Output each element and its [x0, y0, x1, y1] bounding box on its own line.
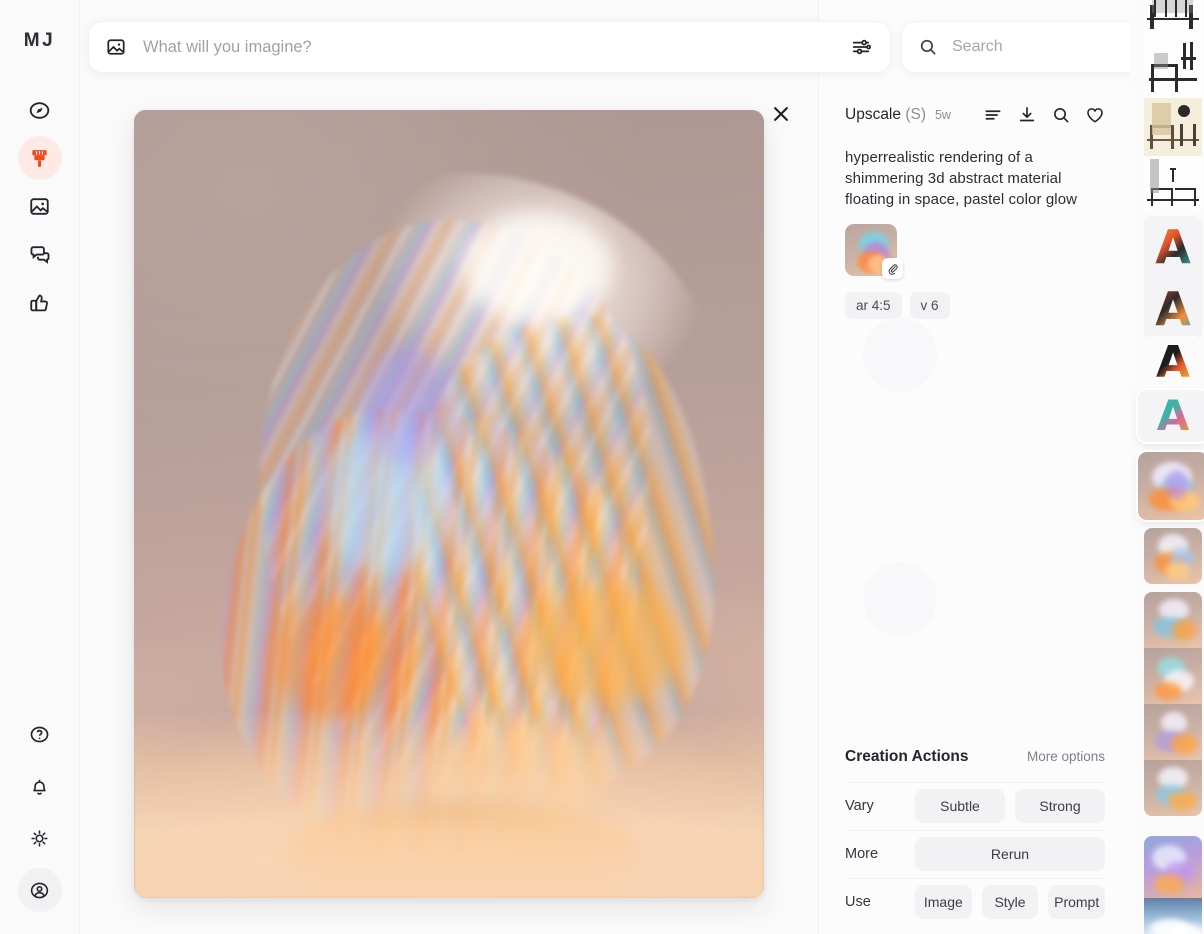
letter-glyph: A [1155, 337, 1191, 388]
rerun-button[interactable]: Rerun [915, 837, 1105, 871]
thumbnail-group-selected[interactable]: A [1136, 388, 1204, 444]
thumbnail-item[interactable] [1144, 836, 1202, 898]
use-image-button[interactable]: Image [915, 885, 972, 919]
detail-panel: Upscale (S) 5w hyperrealistic rendering … [818, 0, 1131, 934]
heart-icon[interactable] [1085, 105, 1105, 125]
thumbnail-item[interactable] [1144, 156, 1202, 214]
reference-attachment-badge [882, 258, 903, 279]
thumbnail-item[interactable] [1144, 592, 1202, 648]
param-chip-version[interactable]: v 6 [909, 292, 950, 319]
sidebar-item-explore[interactable] [18, 88, 62, 132]
sun-icon [31, 829, 48, 847]
compass-icon [29, 101, 50, 119]
use-prompt-button[interactable]: Prompt [1048, 885, 1106, 919]
image-icon [30, 197, 49, 215]
thumbnail-item[interactable] [1144, 0, 1202, 40]
paperclip-icon [888, 263, 898, 275]
reorder-icon[interactable] [983, 105, 1003, 125]
sidebar-utility-nav [17, 712, 62, 912]
more-options-link[interactable]: More options [1027, 749, 1105, 764]
search-icon [920, 39, 936, 55]
creation-action-row-use: Use Image Style Prompt [845, 878, 1106, 926]
question-circle-icon [30, 726, 49, 742]
hero-image-art [134, 110, 764, 898]
detail-panel-header: Upscale (S) 5w [845, 103, 1105, 127]
job-variant-text: (S) [905, 106, 926, 123]
creation-actions-title: Creation Actions [845, 748, 969, 765]
bell-icon [33, 779, 46, 795]
sidebar-item-rank[interactable] [18, 280, 62, 324]
thumbnail-group[interactable]: A [1144, 336, 1202, 390]
sidebar-item-theme[interactable] [18, 816, 62, 860]
decorative-circle [863, 562, 937, 636]
thumbnail-item[interactable] [1144, 98, 1202, 156]
job-age-label: 5w [934, 108, 951, 122]
thumbnail-item[interactable]: A [1144, 278, 1202, 340]
thumbnail-item[interactable] [1144, 40, 1202, 98]
use-style-button[interactable]: Style [981, 885, 1039, 919]
row-label-more: More [845, 846, 879, 862]
sidebar-primary-nav [17, 88, 62, 324]
thumbnail-group[interactable]: A A [1144, 216, 1202, 340]
paintbrush-icon [32, 149, 47, 167]
user-circle-icon [30, 882, 49, 898]
reference-image-row [845, 224, 1105, 279]
thumbnail-item[interactable] [1144, 760, 1202, 816]
sidebar-item-account[interactable] [17, 868, 62, 912]
thumbnail-item[interactable] [1144, 898, 1202, 934]
letter-glyph: A [1156, 391, 1190, 440]
thumbnail-item[interactable]: A [1144, 216, 1202, 278]
thumbnail-item[interactable] [1138, 452, 1204, 520]
thumbnail-item[interactable] [1144, 704, 1202, 760]
creation-action-row-vary: Vary Subtle Strong [845, 782, 1105, 830]
decorative-circle [863, 318, 937, 392]
creation-actions-header: Creation Actions More options [845, 748, 1105, 766]
sidebar-item-help[interactable] [18, 712, 62, 756]
thumbnail-group[interactable] [1144, 836, 1202, 934]
thumbnail-group[interactable] [1144, 0, 1202, 214]
job-type-text: Upscale [845, 106, 901, 123]
thumbnail-group[interactable] [1144, 528, 1202, 584]
parameter-chips: ar 4:5 v 6 [845, 292, 1105, 319]
sliders-icon[interactable] [850, 36, 872, 58]
thumbnail-group-selected[interactable] [1136, 450, 1204, 522]
letter-glyph: A [1155, 220, 1191, 274]
image-icon [107, 39, 125, 55]
thumbnail-group[interactable] [1144, 592, 1202, 816]
thumbnail-item[interactable] [1144, 648, 1202, 704]
vary-subtle-button[interactable]: Subtle [915, 789, 1005, 823]
left-sidebar: MJ [0, 0, 80, 934]
row-label-use: Use [845, 894, 871, 910]
sidebar-item-notifications[interactable] [18, 764, 62, 808]
close-icon[interactable] [770, 103, 792, 125]
sidebar-item-create[interactable] [17, 136, 62, 180]
param-chip-aspect-ratio[interactable]: ar 4:5 [845, 292, 902, 319]
download-icon[interactable] [1017, 105, 1037, 125]
imagine-bar[interactable] [88, 21, 891, 73]
image-viewer [80, 0, 818, 934]
vary-strong-button[interactable]: Strong [1015, 789, 1105, 823]
midjourney-app: MJ What will you imagine? Search Upscale… [0, 0, 1204, 934]
row-label-vary: Vary [845, 798, 874, 814]
creation-actions-section: Creation Actions More options Vary Subtl… [845, 748, 1106, 934]
detail-panel-actions [983, 105, 1105, 125]
sidebar-item-organize[interactable] [18, 184, 62, 228]
job-type-label: Upscale (S) [845, 106, 926, 124]
letter-glyph: A [1155, 282, 1191, 336]
thumbnail-item[interactable]: A [1144, 336, 1202, 390]
thumbnail-strip[interactable]: A A A A [1130, 0, 1204, 934]
thumbnail-item[interactable] [1144, 528, 1202, 584]
prompt-text: hyperrealistic rendering of a shimmering… [845, 149, 1078, 208]
hero-image[interactable] [134, 110, 764, 898]
thumbs-up-icon [30, 294, 48, 311]
search-icon[interactable] [1051, 105, 1071, 125]
reference-image-thumbnail[interactable] [845, 224, 903, 279]
imagine-input[interactable] [143, 37, 850, 57]
chat-bubbles-icon [30, 245, 50, 264]
app-logo[interactable]: MJ [24, 30, 55, 52]
sidebar-item-chat[interactable] [18, 232, 62, 276]
thumbnail-item[interactable]: A [1138, 390, 1204, 442]
creation-action-row-more: More Rerun [845, 830, 1105, 878]
